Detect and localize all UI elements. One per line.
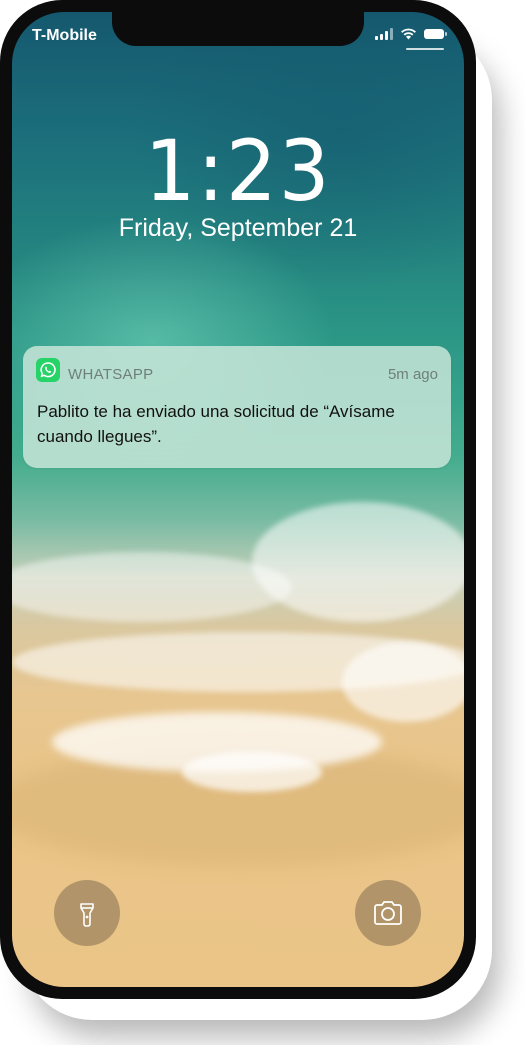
control-center-indicator[interactable] [406, 48, 444, 50]
notification-message: Pablito te ha enviado una solicitud de “… [37, 402, 395, 446]
cellular-signal-icon [375, 28, 393, 40]
camera-icon [374, 901, 402, 925]
flashlight-button[interactable] [54, 880, 120, 946]
flashlight-icon [80, 903, 94, 927]
lock-screen-mockup: T-Mobile 1:23 Friday, September 21 WHATS… [0, 0, 525, 1045]
carrier-label: T-Mobile [32, 27, 97, 44]
phone-frame: T-Mobile 1:23 Friday, September 21 WHATS… [0, 0, 476, 999]
battery-icon [424, 29, 447, 39]
lock-screen-date: Friday, September 21 [118, 214, 358, 242]
lock-screen: T-Mobile 1:23 Friday, September 21 WHATS… [12, 12, 464, 987]
whatsapp-notification[interactable]: WHATSAPP 5m ago Pablito te ha enviado un… [23, 346, 451, 468]
wifi-icon [401, 28, 416, 40]
status-icons [375, 28, 447, 40]
wallpaper-foam [342, 642, 464, 722]
wallpaper-foam [12, 552, 292, 622]
lock-screen-time: 1:23 [144, 122, 332, 220]
camera-button[interactable] [355, 880, 421, 946]
notch [112, 12, 364, 46]
whatsapp-icon [36, 358, 60, 382]
notification-app-name: WHATSAPP [68, 366, 154, 383]
wallpaper-foam [252, 502, 464, 622]
notification-time: 5m ago [387, 366, 438, 383]
wallpaper-foam [182, 752, 322, 792]
